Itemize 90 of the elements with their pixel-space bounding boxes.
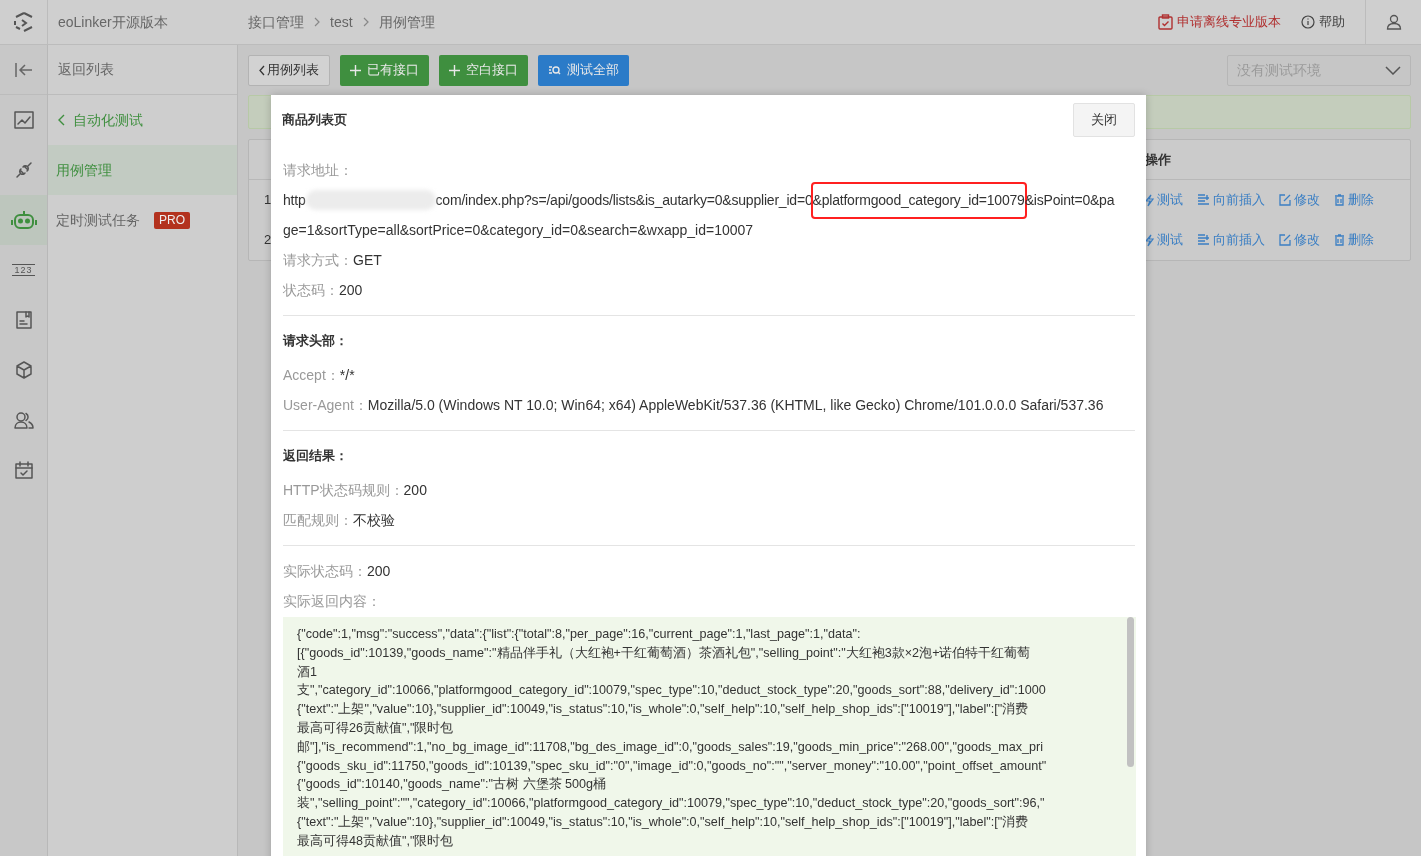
field-value: */* [339,365,355,385]
breadcrumb-link[interactable]: test [330,11,353,33]
field-label: 状态码： [283,280,339,300]
row-action-link[interactable]: 测试 [1145,190,1183,210]
trash-icon [1334,234,1345,246]
help-link[interactable]: 帮助 [1301,0,1345,44]
chevron-icon [314,17,320,27]
close-button[interactable]: 关闭 [1073,103,1135,137]
group-link[interactable]: 自动化测试 [48,95,237,145]
response-line: 邮"],"is_recommend":1,"no_bg_image_id":11708,"bg_des_image_id":0,"goods_sales":19,"goods_min_price":"268.00","goods_max_pri [297,738,1044,756]
toolbar-button[interactable]: 用例列表 [248,54,330,86]
cube-icon[interactable] [14,361,33,379]
highlighted-url-text: &platformgood_category_id=10079 [812,183,1025,217]
field-label: Accept： [283,365,340,385]
response-line: 酒1 [297,663,317,681]
row-index: 1 [264,191,273,210]
url-text: http [283,190,306,210]
column-header: 操作 [1145,150,1171,169]
row-action-link[interactable]: 修改 [1279,230,1320,250]
plus-icon [449,64,460,76]
clipboard-icon [1158,14,1173,30]
back-link[interactable]: 返回列表 [48,45,237,95]
plus-icon [350,64,361,76]
response-line: {"code":1,"msg":"success","data":{"list":{"total":8,"per_page":16,"current_page":1,"last_page":1,"data": [297,626,861,643]
response-line: 支","category_id":10066,"platformgood_category_id":10079,"spec_type":10,"deduct_stock_type":20,"goods_sort":88,"delivery_id":1000 [297,682,1046,700]
response-line: {"text":"上架","value":10},"supplier_id":10049,"is_status":10,"is_whole":0,"self_help":10,"self_help_shop_ids":["10019"],"label":["消费 [297,813,1029,831]
field-label: 实际返回内容： [283,591,381,611]
info-icon [1301,15,1315,29]
url-text: ge=1&sortType=all&sortPrice=0&category_id=0&search=&wxapp_id=10007 [283,220,754,240]
collapse-icon[interactable] [13,61,34,78]
chevron-icon [259,64,265,76]
sidebar-item[interactable]: 定时测试任务 PRO [48,195,237,245]
field-value: 200 [339,280,363,300]
toolbar-button[interactable]: 测试全部 [538,54,629,86]
field-label: 匹配规则： [283,510,353,530]
calendar-icon[interactable] [14,461,33,479]
search-list-icon [548,64,561,76]
field-label: HTTP状态码规则： [283,480,404,500]
lightning-icon [1145,193,1154,207]
section-heading: 请求头部： [283,332,348,351]
field-value: 200 [403,480,427,500]
row-action-link[interactable]: 删除 [1334,190,1374,210]
lightning-icon [1145,233,1154,247]
response-line: 装","selling_point":"","category_id":10066,"platformgood_category_id":10079,"spec_type":10,"deduct_stock_type":20,"goods_sort":96," [297,795,1045,813]
field-label: User-Agent： [283,395,368,415]
insert-icon [1197,234,1210,246]
robot-icon[interactable] [10,209,37,231]
breadcrumb-link[interactable]: 接口管理 [248,11,304,33]
doc-icon[interactable] [15,311,32,329]
pro-badge: PRO [154,211,190,229]
insert-icon [1197,194,1210,206]
toolbar-button[interactable]: 空白接口 [439,54,528,86]
response-line: {"goods_id":10140,"goods_name":"古树 六堡茶 500g桶 [297,776,607,794]
response-line: {"goods_sku_id":11750,"goods_id":10139,"spec_sku_id":"0","image_id":0,"goods_no":"","server_money":"10.00","point_offset_amount" [297,757,1047,775]
field-value: Mozilla/5.0 (Windows NT 10.0; Win64; x64) AppleWebKit/537.36 (KHTML, like Gecko) Chrome/101.0.0.0 Safari/537.36 [367,395,1104,415]
response-line: 最高可得26贡献值","限时包 [297,720,454,737]
chevron-icon [362,17,369,27]
row-action-link[interactable]: 测试 [1145,230,1183,250]
dialog-title: 商品列表页 [282,111,347,130]
field-value: GET [353,250,382,270]
breadcrumb-link[interactable]: 用例管理 [378,11,435,33]
product-name: eoLinker开源版本 [58,12,168,32]
upgrade-link[interactable]: 申请离线专业版本 [1158,0,1281,44]
row-action-link[interactable]: 修改 [1279,190,1320,210]
scrollbar-thumb[interactable] [1127,617,1134,767]
caret-icon [1385,65,1401,75]
field-label: 请求方式： [283,250,353,270]
sidebar-item[interactable]: 用例管理 [48,145,237,195]
field-value: 不校验 [353,510,395,530]
chevron-icon [58,114,65,126]
plug-icon[interactable] [14,161,33,179]
edit-icon [1279,194,1291,206]
field-value: 200 [367,561,391,581]
edit-icon [1279,234,1291,246]
row-action-link[interactable]: 删除 [1334,230,1374,250]
response-line: [{"goods_id":10139,"goods_name":"精品伴手礼（大红袍+干红葡萄酒）茶酒礼包","selling_point":"大红袍3款×2泡+诺伯特干红葡萄 [297,644,1031,662]
row-index: 2 [264,231,273,250]
rail-item[interactable]: 123 [0,245,47,295]
user-icon[interactable] [1385,14,1402,30]
trash-icon [1334,194,1345,206]
response-line: 最高可得48贡献值","限时包 [297,832,454,850]
response-line: {"text":"上架","value":10},"supplier_id":10049,"is_status":10,"is_whole":0,"self_help":10,"self_help_shop_ids":["10019"],"label":["消费 [297,701,1029,719]
chart-icon[interactable] [13,111,34,129]
row-action-link[interactable]: 向前插入 [1197,230,1265,250]
users-icon[interactable] [13,411,34,429]
field-label: 请求地址： [283,160,353,180]
field-label: 实际状态码： [283,561,367,581]
row-action-link[interactable]: 向前插入 [1197,190,1265,210]
section-heading: 返回结果： [283,447,348,466]
toolbar-button[interactable]: 已有接口 [340,54,429,86]
